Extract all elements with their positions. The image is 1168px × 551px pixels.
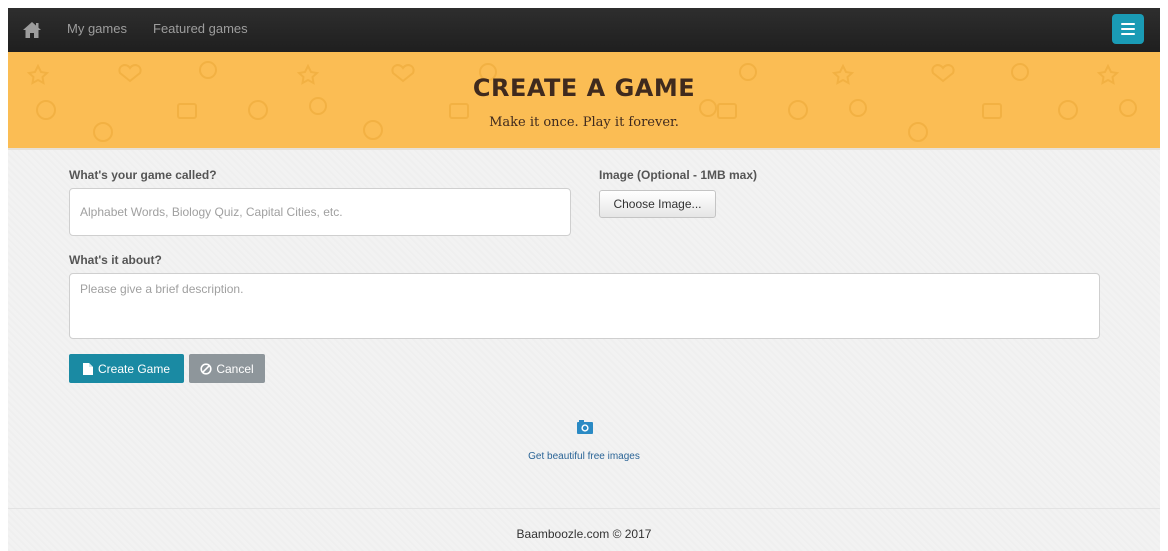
hamburger-menu-icon (1121, 28, 1135, 30)
hamburger-menu-icon (1121, 23, 1135, 25)
cancel-label: Cancel (216, 361, 254, 376)
game-name-input[interactable] (69, 188, 571, 236)
file-icon (82, 362, 93, 375)
hamburger-menu-icon (1121, 33, 1135, 35)
nav-link-featured-games[interactable]: Featured games (153, 21, 248, 36)
page-banner: Create a Game Make it once. Play it fore… (8, 52, 1160, 150)
description-textarea[interactable] (69, 273, 1100, 339)
menu-button[interactable] (1112, 14, 1144, 44)
page-subtitle: Make it once. Play it forever. (489, 115, 679, 130)
camera-icon[interactable] (577, 420, 593, 434)
nav-link-my-games[interactable]: My games (67, 21, 127, 36)
game-name-label: What's your game called? (69, 168, 217, 182)
create-game-button[interactable]: Create Game (69, 354, 184, 383)
description-label: What's it about? (69, 253, 162, 267)
free-images-link[interactable]: Get beautiful free images (8, 451, 1160, 462)
home-icon[interactable] (22, 20, 42, 40)
footer-copyright: Baamboozle.com © 2017 (516, 527, 652, 541)
choose-image-button[interactable]: Choose Image... (599, 190, 716, 218)
create-game-label: Create Game (97, 361, 171, 376)
page-frame: My games Featured games CREATE A GAME Ma… (8, 8, 1160, 551)
ban-icon (200, 362, 212, 375)
footer-divider (8, 508, 1160, 509)
cancel-button[interactable]: Cancel (189, 354, 265, 383)
image-label: Image (Optional - 1MB max) (599, 168, 758, 182)
page-title: Create a Game (472, 74, 696, 102)
navbar: My games Featured games (8, 8, 1160, 52)
